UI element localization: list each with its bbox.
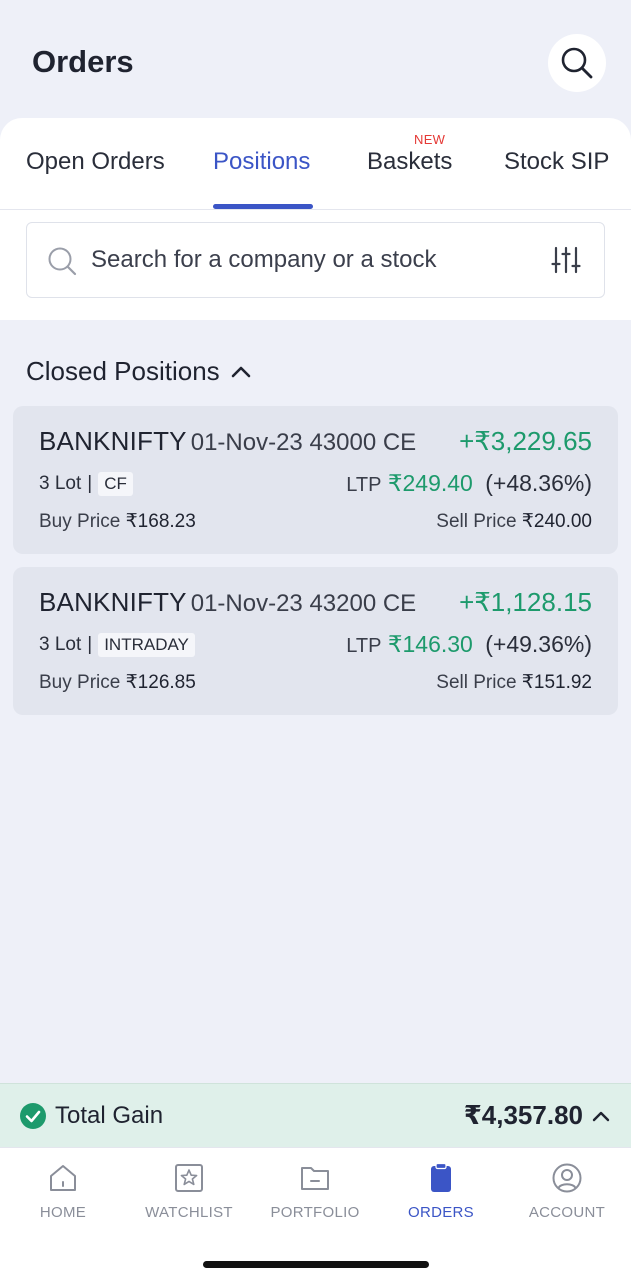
user-circle-icon — [552, 1163, 582, 1193]
position-lot-info: 3 Lot | CF — [39, 472, 133, 496]
buy-price-label: Buy Price — [39, 511, 121, 532]
buy-price-value: ₹126.85 — [125, 672, 196, 693]
buy-price: Buy Price ₹126.85 — [39, 671, 196, 694]
tab-baskets[interactable]: Baskets — [367, 148, 452, 176]
position-lot-info: 3 Lot | INTRADAY — [39, 633, 195, 657]
orders-screen: Orders Open Orders Positions NEW Baskets… — [0, 0, 631, 1280]
closed-positions-toggle[interactable]: Closed Positions — [26, 356, 252, 387]
ltp-label: LTP — [346, 635, 382, 657]
header: Orders — [0, 0, 631, 120]
nav-watchlist[interactable]: WATCHLIST — [129, 1162, 249, 1221]
ltp-change: (+48.36%) — [485, 470, 592, 496]
nav-label: ORDERS — [408, 1204, 474, 1221]
position-card[interactable]: BANKNIFTY 01-Nov-23 43200 CE +₹1,128.15 3… — [13, 567, 618, 715]
position-lot: 3 Lot — [39, 473, 82, 494]
position-contract: 01-Nov-23 43200 CE — [190, 590, 417, 617]
position-ltp: LTP ₹146.30 (+49.36%) — [346, 631, 592, 658]
buy-price: Buy Price ₹168.23 — [39, 510, 196, 533]
home-icon — [50, 1165, 76, 1191]
ltp-value: ₹249.40 — [387, 470, 473, 496]
buy-price-value: ₹168.23 — [125, 511, 196, 532]
tab-bar: Open Orders Positions NEW Baskets Stock … — [0, 118, 631, 210]
section-title: Closed Positions — [26, 356, 220, 386]
tab-stock-sip[interactable]: Stock SIP — [504, 148, 609, 176]
tab-positions[interactable]: Positions — [213, 148, 310, 176]
home-indicator[interactable] — [203, 1261, 429, 1268]
folder-icon — [301, 1167, 329, 1190]
total-gain-value: ₹4,357.80 — [463, 1100, 583, 1130]
nav-portfolio[interactable]: PORTFOLIO — [255, 1162, 375, 1221]
search-icon — [48, 247, 77, 276]
position-symbol: BANKNIFTY — [39, 426, 187, 456]
total-gain-label: Total Gain — [55, 1102, 164, 1129]
nav-label: ACCOUNT — [528, 1204, 606, 1221]
product-tag: INTRADAY — [98, 633, 195, 657]
chevron-up-icon[interactable] — [591, 1106, 611, 1126]
search-icon — [561, 47, 593, 79]
position-name: BANKNIFTY 01-Nov-23 43200 CE — [39, 587, 416, 618]
lot-separator: | — [87, 473, 93, 494]
ltp-change: (+49.36%) — [485, 631, 592, 657]
tab-open-orders[interactable]: Open Orders — [26, 148, 165, 176]
star-icon — [175, 1164, 203, 1192]
position-contract: 01-Nov-23 43000 CE — [190, 429, 417, 456]
sell-price-value: ₹151.92 — [521, 672, 592, 693]
active-tab-indicator — [213, 204, 313, 209]
clipboard-icon — [431, 1162, 451, 1192]
chevron-up-icon — [231, 366, 250, 377]
orders-tabs-card: Open Orders Positions NEW Baskets Stock … — [0, 118, 631, 320]
nav-label: HOME — [39, 1204, 87, 1221]
ltp-value: ₹146.30 — [387, 631, 473, 657]
nav-account[interactable]: ACCOUNT — [507, 1162, 627, 1221]
search-input[interactable] — [91, 241, 511, 279]
position-name: BANKNIFTY 01-Nov-23 43000 CE — [39, 426, 416, 457]
buy-price-label: Buy Price — [39, 672, 121, 693]
nav-orders[interactable]: ORDERS — [381, 1162, 501, 1221]
position-lot: 3 Lot — [39, 634, 82, 655]
sell-price-value: ₹240.00 — [521, 511, 592, 532]
lot-separator: | — [87, 634, 93, 655]
search-button[interactable] — [548, 34, 606, 92]
total-gain-bar[interactable]: Total Gain ₹4,357.80 — [0, 1083, 631, 1147]
position-pnl: +₹3,229.65 — [459, 426, 592, 456]
sell-price: Sell Price ₹240.00 — [436, 510, 592, 533]
position-symbol: BANKNIFTY — [39, 587, 187, 617]
sell-price-label: Sell Price — [436, 511, 517, 532]
nav-home[interactable]: HOME — [3, 1162, 123, 1221]
page-title: Orders — [32, 44, 134, 79]
ltp-label: LTP — [346, 474, 382, 496]
position-ltp: LTP ₹249.40 (+48.36%) — [346, 470, 592, 497]
filter-sliders-icon[interactable] — [551, 245, 581, 275]
search-bar[interactable] — [26, 222, 605, 298]
check-circle-icon — [20, 1103, 46, 1129]
nav-label: WATCHLIST — [145, 1204, 233, 1221]
position-card[interactable]: BANKNIFTY 01-Nov-23 43000 CE +₹3,229.65 3… — [13, 406, 618, 554]
sell-price-label: Sell Price — [436, 672, 517, 693]
position-pnl: +₹1,128.15 — [459, 587, 592, 617]
sell-price: Sell Price ₹151.92 — [436, 671, 592, 694]
product-tag: CF — [98, 472, 133, 496]
bottom-nav: HOME WATCHLIST PORTFOLIO ORDERS ACCOUNT — [0, 1147, 631, 1280]
new-badge: NEW — [414, 132, 446, 147]
nav-label: PORTFOLIO — [270, 1204, 360, 1221]
